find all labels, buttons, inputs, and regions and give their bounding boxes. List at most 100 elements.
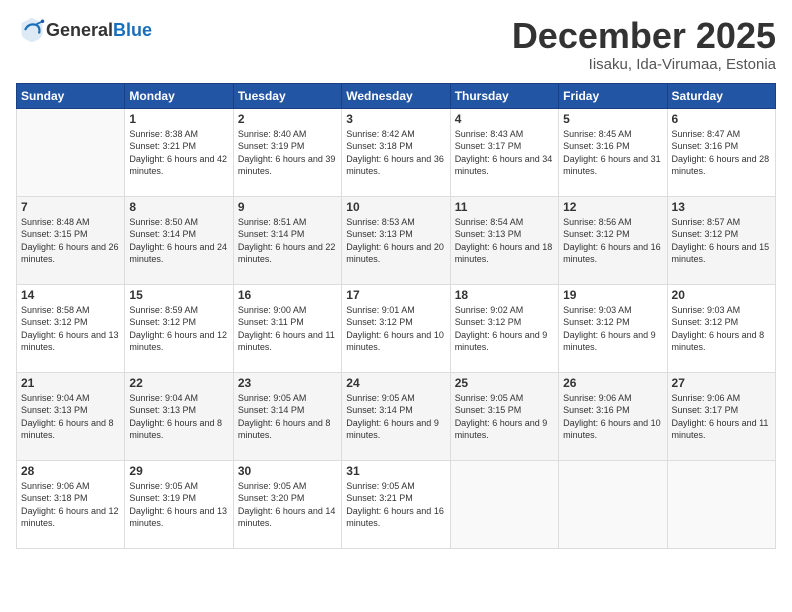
day-number: 25 xyxy=(455,376,554,390)
table-row: 10Sunrise: 8:53 AM Sunset: 3:13 PM Dayli… xyxy=(342,196,450,284)
day-number: 9 xyxy=(238,200,337,214)
table-row: 17 Sunrise: 9:01 AM Sunset: 3:12 PM Dayli… xyxy=(342,284,450,372)
calendar-table: Sunday Monday Tuesday Wednesday Thursday… xyxy=(16,83,776,549)
day-number: 16 xyxy=(238,288,337,302)
table-row: 5Sunrise: 8:45 AM Sunset: 3:16 PM Daylig… xyxy=(559,108,667,196)
day-info: Sunrise: 9:06 AM Sunset: 3:16 PM Dayligh… xyxy=(563,392,662,442)
day-number: 22 xyxy=(129,376,228,390)
day-number: 10 xyxy=(346,200,445,214)
calendar-week-row: 7Sunrise: 8:48 AM Sunset: 3:15 PM Daylig… xyxy=(17,196,776,284)
table-row: 14Sunrise: 8:58 AM Sunset: 3:12 PM Dayli… xyxy=(17,284,125,372)
day-info: Sunrise: 9:05 AM Sunset: 3:14 PM Dayligh… xyxy=(346,392,445,442)
day-info: Sunrise: 9:05 AM Sunset: 3:21 PM Dayligh… xyxy=(346,480,445,530)
day-number: 13 xyxy=(672,200,771,214)
table-row: 26 Sunrise: 9:06 AM Sunset: 3:16 PM Dayli… xyxy=(559,372,667,460)
day-number: 2 xyxy=(238,112,337,126)
day-info: Sunrise: 8:56 AM Sunset: 3:12 PM Dayligh… xyxy=(563,216,662,266)
logo-text: GeneralBlue xyxy=(46,20,152,41)
table-row: 11 Sunrise: 8:54 AM Sunset: 3:13 PM Dayli… xyxy=(450,196,558,284)
table-row: 13 Sunrise: 8:57 AM Sunset: 3:12 PM Dayli… xyxy=(667,196,775,284)
table-row: 15Sunrise: 8:59 AM Sunset: 3:12 PM Dayli… xyxy=(125,284,233,372)
table-row: 1 Sunrise: 8:38 AM Sunset: 3:21 PM Daylig… xyxy=(125,108,233,196)
table-row: 28 Sunrise: 9:06 AM Sunset: 3:18 PM Dayli… xyxy=(17,460,125,548)
header-thursday: Thursday xyxy=(450,83,558,108)
day-number: 6 xyxy=(672,112,771,126)
header: GeneralBlue December 2025 Iisaku, Ida-Vi… xyxy=(16,16,776,73)
title-block: December 2025 Iisaku, Ida-Virumaa, Eston… xyxy=(512,16,776,73)
day-info: Sunrise: 8:54 AM Sunset: 3:13 PM Dayligh… xyxy=(455,216,554,266)
header-friday: Friday xyxy=(559,83,667,108)
table-row: 23 Sunrise: 9:05 AM Sunset: 3:14 PM Dayli… xyxy=(233,372,341,460)
day-info: Sunrise: 8:48 AM Sunset: 3:15 PM Dayligh… xyxy=(21,216,120,266)
day-info: Sunrise: 9:05 AM Sunset: 3:20 PM Dayligh… xyxy=(238,480,337,530)
table-row: 30 Sunrise: 9:05 AM Sunset: 3:20 PM Dayli… xyxy=(233,460,341,548)
day-number: 11 xyxy=(455,200,554,214)
day-info: Sunrise: 8:38 AM Sunset: 3:21 PM Dayligh… xyxy=(129,128,228,178)
table-row: 12 Sunrise: 8:56 AM Sunset: 3:12 PM Dayli… xyxy=(559,196,667,284)
table-row: 7Sunrise: 8:48 AM Sunset: 3:15 PM Daylig… xyxy=(17,196,125,284)
header-wednesday: Wednesday xyxy=(342,83,450,108)
table-row: 29 Sunrise: 9:05 AM Sunset: 3:19 PM Dayli… xyxy=(125,460,233,548)
day-info: Sunrise: 9:01 AM Sunset: 3:12 PM Dayligh… xyxy=(346,304,445,354)
location-title: Iisaku, Ida-Virumaa, Estonia xyxy=(512,56,776,73)
table-row xyxy=(559,460,667,548)
day-number: 26 xyxy=(563,376,662,390)
logo: GeneralBlue xyxy=(16,16,152,44)
table-row: 22 Sunrise: 9:04 AM Sunset: 3:13 PM Dayli… xyxy=(125,372,233,460)
calendar-week-row: 1 Sunrise: 8:38 AM Sunset: 3:21 PM Daylig… xyxy=(17,108,776,196)
table-row: 20Sunrise: 9:03 AM Sunset: 3:12 PM Dayli… xyxy=(667,284,775,372)
day-number: 17 xyxy=(346,288,445,302)
table-row: 2 Sunrise: 8:40 AM Sunset: 3:19 PM Daylig… xyxy=(233,108,341,196)
day-number: 19 xyxy=(563,288,662,302)
day-number: 27 xyxy=(672,376,771,390)
table-row: 4 Sunrise: 8:43 AM Sunset: 3:17 PM Daylig… xyxy=(450,108,558,196)
day-number: 14 xyxy=(21,288,120,302)
table-row: 27Sunrise: 9:06 AM Sunset: 3:17 PM Dayli… xyxy=(667,372,775,460)
table-row xyxy=(667,460,775,548)
day-number: 8 xyxy=(129,200,228,214)
table-row: 21 Sunrise: 9:04 AM Sunset: 3:13 PM Dayli… xyxy=(17,372,125,460)
day-info: Sunrise: 8:43 AM Sunset: 3:17 PM Dayligh… xyxy=(455,128,554,178)
day-info: Sunrise: 8:57 AM Sunset: 3:12 PM Dayligh… xyxy=(672,216,771,266)
table-row: 3 Sunrise: 8:42 AM Sunset: 3:18 PM Daylig… xyxy=(342,108,450,196)
table-row: 9 Sunrise: 8:51 AM Sunset: 3:14 PM Daylig… xyxy=(233,196,341,284)
day-number: 3 xyxy=(346,112,445,126)
logo-icon xyxy=(18,16,46,44)
table-row: 19Sunrise: 9:03 AM Sunset: 3:12 PM Dayli… xyxy=(559,284,667,372)
day-number: 29 xyxy=(129,464,228,478)
day-info: Sunrise: 9:05 AM Sunset: 3:19 PM Dayligh… xyxy=(129,480,228,530)
day-info: Sunrise: 8:42 AM Sunset: 3:18 PM Dayligh… xyxy=(346,128,445,178)
day-number: 12 xyxy=(563,200,662,214)
day-info: Sunrise: 8:47 AM Sunset: 3:16 PM Dayligh… xyxy=(672,128,771,178)
day-number: 28 xyxy=(21,464,120,478)
header-sunday: Sunday xyxy=(17,83,125,108)
day-info: Sunrise: 9:04 AM Sunset: 3:13 PM Dayligh… xyxy=(129,392,228,442)
day-number: 30 xyxy=(238,464,337,478)
table-row xyxy=(17,108,125,196)
day-info: Sunrise: 8:51 AM Sunset: 3:14 PM Dayligh… xyxy=(238,216,337,266)
table-row: 24Sunrise: 9:05 AM Sunset: 3:14 PM Dayli… xyxy=(342,372,450,460)
day-info: Sunrise: 9:00 AM Sunset: 3:11 PM Dayligh… xyxy=(238,304,337,354)
day-info: Sunrise: 9:05 AM Sunset: 3:14 PM Dayligh… xyxy=(238,392,337,442)
day-number: 23 xyxy=(238,376,337,390)
day-number: 18 xyxy=(455,288,554,302)
calendar-week-row: 14Sunrise: 8:58 AM Sunset: 3:12 PM Dayli… xyxy=(17,284,776,372)
day-number: 1 xyxy=(129,112,228,126)
day-info: Sunrise: 8:50 AM Sunset: 3:14 PM Dayligh… xyxy=(129,216,228,266)
header-monday: Monday xyxy=(125,83,233,108)
calendar-week-row: 21 Sunrise: 9:04 AM Sunset: 3:13 PM Dayli… xyxy=(17,372,776,460)
day-number: 20 xyxy=(672,288,771,302)
day-number: 21 xyxy=(21,376,120,390)
calendar-week-row: 28 Sunrise: 9:06 AM Sunset: 3:18 PM Dayli… xyxy=(17,460,776,548)
logo-blue: Blue xyxy=(113,20,152,40)
day-number: 4 xyxy=(455,112,554,126)
month-title: December 2025 xyxy=(512,16,776,56)
page: GeneralBlue December 2025 Iisaku, Ida-Vi… xyxy=(0,0,792,612)
day-info: Sunrise: 8:40 AM Sunset: 3:19 PM Dayligh… xyxy=(238,128,337,178)
day-info: Sunrise: 9:05 AM Sunset: 3:15 PM Dayligh… xyxy=(455,392,554,442)
header-saturday: Saturday xyxy=(667,83,775,108)
table-row: 6 Sunrise: 8:47 AM Sunset: 3:16 PM Daylig… xyxy=(667,108,775,196)
day-info: Sunrise: 9:06 AM Sunset: 3:18 PM Dayligh… xyxy=(21,480,120,530)
day-info: Sunrise: 9:04 AM Sunset: 3:13 PM Dayligh… xyxy=(21,392,120,442)
header-tuesday: Tuesday xyxy=(233,83,341,108)
